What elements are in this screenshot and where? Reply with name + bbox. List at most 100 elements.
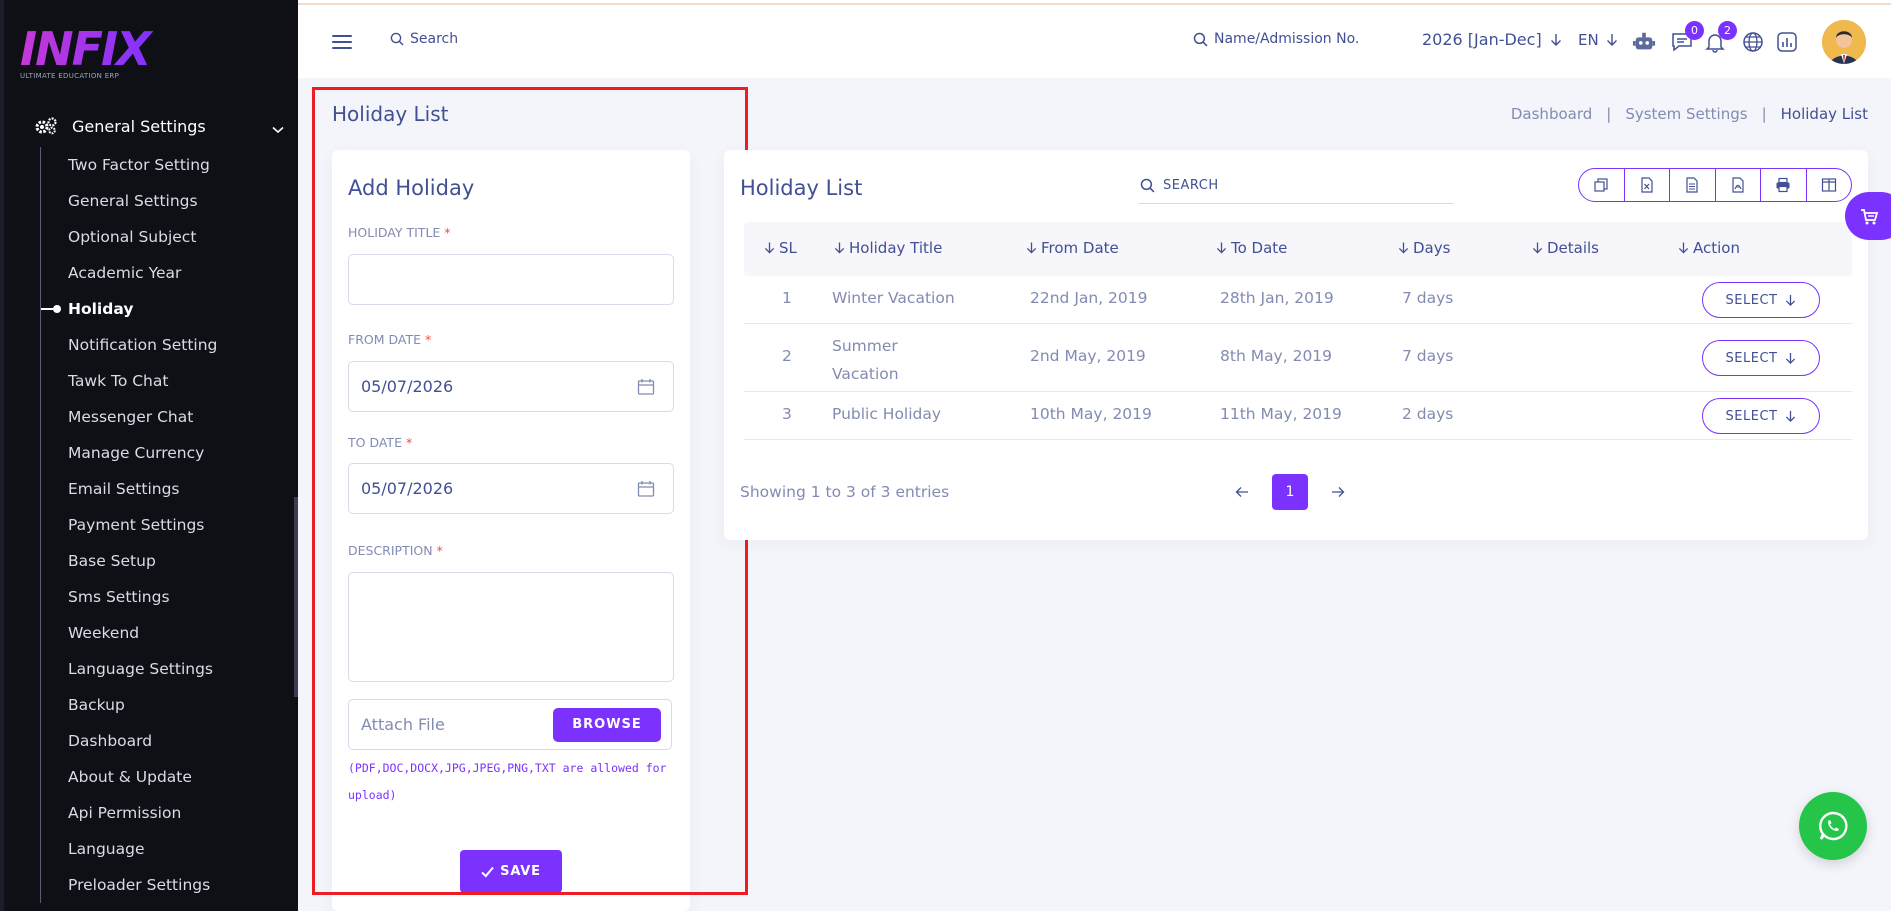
search-icon: [1140, 178, 1155, 193]
pagination: 1: [1224, 474, 1356, 510]
sidebar-submenu: Two Factor Setting General Settings Option…: [40, 147, 280, 903]
column-header-details[interactable]: Details: [1532, 239, 1599, 257]
excel-button[interactable]: [1625, 169, 1670, 201]
search-icon: [390, 32, 404, 46]
chat-icon[interactable]: 0: [1670, 21, 1704, 54]
arrow-left-icon: [1235, 487, 1248, 497]
select-action-button[interactable]: SELECT: [1702, 340, 1820, 376]
copy-button[interactable]: [1579, 169, 1625, 201]
sidebar-item-notification-setting[interactable]: Notification Setting: [41, 327, 280, 363]
breadcrumb-separator: |: [1606, 105, 1612, 123]
column-header-action[interactable]: Action: [1678, 239, 1740, 257]
sidebar-section-label: General Settings: [72, 116, 206, 136]
sidebar-item-manage-currency[interactable]: Manage Currency: [41, 435, 280, 471]
student-search[interactable]: Name/Admission No.: [1193, 31, 1359, 47]
analytics-icon[interactable]: [1775, 30, 1799, 54]
csv-button[interactable]: [1670, 169, 1716, 201]
select-action-button[interactable]: SELECT: [1702, 282, 1820, 318]
column-header-days[interactable]: Days: [1398, 239, 1450, 257]
sidebar-item-messenger-chat[interactable]: Messenger Chat: [41, 399, 280, 435]
sidebar-item-general-settings[interactable]: General Settings: [41, 183, 280, 219]
column-header-to-date[interactable]: To Date: [1216, 239, 1287, 257]
previous-page-button[interactable]: [1224, 474, 1260, 510]
sidebar-item-backup[interactable]: Backup: [41, 687, 280, 723]
user-avatar[interactable]: [1822, 20, 1866, 64]
globe-icon[interactable]: [1741, 30, 1765, 54]
select-action-button[interactable]: SELECT: [1702, 398, 1820, 434]
sidebar-section-general-settings[interactable]: General Settings: [34, 112, 284, 140]
student-search-label: Name/Admission No.: [1214, 31, 1360, 47]
cell-from-date: 10th May, 2019: [1030, 405, 1152, 423]
sidebar-item-sms-settings[interactable]: Sms Settings: [41, 579, 280, 615]
cart-icon: [1861, 209, 1879, 225]
sidebar-item-payment-settings[interactable]: Payment Settings: [41, 507, 280, 543]
language-select[interactable]: EN: [1578, 31, 1618, 49]
print-button[interactable]: [1761, 169, 1807, 201]
sidebar-item-optional-subject[interactable]: Optional Subject: [41, 219, 280, 255]
sidebar-item-about-update[interactable]: About & Update: [41, 759, 280, 795]
cell-to-date: 11th May, 2019: [1220, 405, 1342, 423]
cell-holiday-title: Summer Vacation: [832, 337, 899, 383]
sidebar-item-email-settings[interactable]: Email Settings: [41, 471, 280, 507]
top-header: Search Name/Admission No. 2026 [Jan-Dec]…: [298, 4, 1891, 78]
sort-arrow-icon: [1398, 242, 1409, 254]
logo-text: INFIX: [20, 26, 160, 72]
sort-arrow-icon: [1216, 242, 1227, 254]
sidebar-item-language[interactable]: Language: [41, 831, 280, 867]
sidebar-item-weekend[interactable]: Weekend: [41, 615, 280, 651]
cell-days: 2 days: [1402, 405, 1454, 423]
next-page-button[interactable]: [1320, 474, 1356, 510]
chevron-down-icon: [272, 119, 284, 138]
breadcrumb-system-settings[interactable]: System Settings: [1625, 105, 1747, 123]
arrow-down-icon: [1550, 33, 1561, 46]
column-visibility-button[interactable]: [1807, 169, 1852, 201]
sort-arrow-icon: [1532, 242, 1543, 254]
holiday-list-card: Holiday List SEARCH SL Holiday Title Fro…: [724, 150, 1868, 540]
language-value: EN: [1578, 31, 1599, 49]
pdf-button[interactable]: [1716, 169, 1761, 201]
sidebar-item-base-setup[interactable]: Base Setup: [41, 543, 280, 579]
sidebar-item-two-factor-setting[interactable]: Two Factor Setting: [41, 147, 280, 183]
page-button-current[interactable]: 1: [1272, 474, 1308, 510]
cell-to-date: 8th May, 2019: [1220, 347, 1333, 365]
academic-year-select[interactable]: 2026 [Jan-Dec]: [1422, 30, 1562, 49]
table-search-input[interactable]: SEARCH: [1138, 168, 1454, 204]
pdf-icon: [1732, 177, 1744, 193]
table-row: 3 Public Holiday 10th May, 2019 11th May…: [744, 392, 1852, 440]
csv-icon: [1686, 177, 1698, 193]
sidebar-item-preloader-settings[interactable]: Preloader Settings: [41, 867, 280, 903]
whatsapp-icon: [1819, 811, 1848, 841]
sidebar-item-tawk-to-chat[interactable]: Tawk To Chat: [41, 363, 280, 399]
sort-arrow-icon: [834, 242, 845, 254]
cell-days: 7 days: [1402, 289, 1454, 307]
sidebar-item-academic-year[interactable]: Academic Year: [41, 255, 280, 291]
cart-floating-button[interactable]: [1845, 192, 1891, 240]
breadcrumb-separator: |: [1761, 105, 1767, 123]
menu-toggle-button[interactable]: [332, 35, 352, 51]
table-row: 1 Winter Vacation 22nd Jan, 2019 28th Ja…: [744, 276, 1852, 324]
print-icon: [1776, 177, 1790, 193]
brand-logo[interactable]: INFIX ULTIMATE EDUCATION ERP: [20, 26, 160, 81]
chat-badge: 0: [1685, 21, 1704, 40]
cell-sl: 1: [782, 289, 792, 307]
menu-search[interactable]: Search: [390, 31, 458, 47]
breadcrumb-current[interactable]: Holiday List: [1781, 105, 1868, 123]
chatbot-icon[interactable]: [1632, 30, 1656, 54]
breadcrumb-dashboard[interactable]: Dashboard: [1511, 105, 1592, 123]
export-button-group: [1578, 168, 1852, 202]
academic-year-value: 2026 [Jan-Dec]: [1422, 30, 1542, 49]
whatsapp-chat-button[interactable]: [1799, 792, 1867, 860]
column-header-holiday-title[interactable]: Holiday Title: [834, 239, 942, 257]
column-header-sl[interactable]: SL: [764, 239, 797, 257]
column-header-from-date[interactable]: From Date: [1026, 239, 1119, 257]
table-header: SL Holiday Title From Date To Date Days …: [744, 222, 1852, 276]
sidebar-item-language-settings[interactable]: Language Settings: [41, 651, 280, 687]
search-icon: [1193, 32, 1208, 46]
sidebar-item-dashboard[interactable]: Dashboard: [41, 723, 280, 759]
sidebar-scrollbar[interactable]: [294, 497, 298, 697]
sidebar-item-api-permission[interactable]: Api Permission: [41, 795, 280, 831]
sidebar-item-holiday[interactable]: Holiday: [41, 291, 280, 327]
arrow-down-icon: [1606, 34, 1617, 46]
holiday-list-title: Holiday List: [740, 176, 863, 200]
notification-bell-icon[interactable]: 2: [1703, 21, 1737, 54]
